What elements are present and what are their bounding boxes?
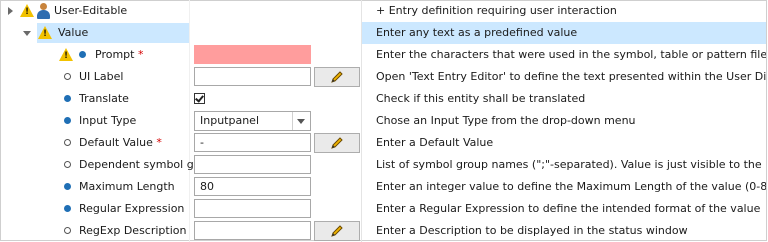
row-label: Translate: [79, 92, 129, 105]
row-description: Open 'Text Entry Editor' to define the t…: [376, 70, 766, 83]
property-dot-icon: [64, 183, 71, 190]
property-row-translate: Translate Check if this entity shall be …: [0, 88, 766, 110]
property-dot-icon: [64, 117, 71, 124]
property-row-dependent-symbol-groups: Dependent symbol gr List of symbol group…: [0, 154, 766, 176]
regexp-description-input[interactable]: [194, 221, 311, 240]
regular-expression-input[interactable]: [194, 199, 311, 218]
translate-checkbox[interactable]: [194, 93, 205, 104]
row-label: Value: [58, 26, 89, 39]
property-row-default-value: Default Value * - Enter a Default Value: [0, 132, 766, 154]
maximum-length-input[interactable]: 80: [194, 177, 311, 196]
ui-label-input[interactable]: [194, 67, 311, 86]
pencil-icon: [331, 225, 343, 237]
row-label: Input Type: [79, 114, 137, 127]
edit-regexp-description-button[interactable]: [314, 221, 360, 241]
input-type-dropdown[interactable]: Inputpanel: [194, 111, 311, 131]
property-ring-icon: [64, 73, 71, 80]
tree-row-value[interactable]: ! Value Enter any text as a predefined v…: [0, 22, 766, 44]
pencil-icon: [331, 137, 343, 149]
property-row-prompt: ! Prompt * Enter the characters that wer…: [0, 44, 766, 66]
property-ring-icon: [64, 139, 71, 146]
collapse-arrow-icon[interactable]: [23, 31, 31, 36]
row-label: UI Label: [79, 70, 124, 83]
property-row-ui-label: UI Label Open 'Text Entry Editor' to def…: [0, 66, 766, 88]
property-row-maximum-length: Maximum Length 80 Enter an integer value…: [0, 176, 766, 198]
required-marker: *: [137, 48, 144, 61]
property-row-input-type: Input Type Inputpanel Chose an Input Typ…: [0, 110, 766, 132]
property-dot-icon: [64, 95, 71, 102]
row-label: RegExp Description: [79, 224, 187, 237]
row-description: List of symbol group names (";"-separate…: [376, 158, 766, 171]
row-description: Check if this entity shall be translated: [376, 92, 586, 105]
checkmark-icon: [195, 93, 204, 103]
property-ring-icon: [64, 161, 71, 168]
edit-ui-label-button[interactable]: [314, 67, 360, 87]
property-ring-icon: [64, 227, 71, 234]
dropdown-value: Inputpanel: [200, 114, 260, 127]
user-icon: [36, 3, 50, 19]
row-label: Prompt: [95, 48, 135, 61]
tree-row-user-editable[interactable]: ! User-Editable + Entry definition requi…: [0, 0, 766, 22]
property-dot-icon: [64, 205, 71, 212]
row-label: Default Value: [79, 136, 153, 149]
row-description: Enter a Description to be displayed in t…: [376, 224, 688, 237]
row-description: Enter a Regular Expression to define the…: [376, 202, 761, 215]
row-description: Enter any text as a predefined value: [376, 26, 578, 39]
row-label: Dependent symbol gr: [79, 158, 194, 171]
prompt-input[interactable]: [194, 45, 311, 64]
row-label: Regular Expression: [79, 202, 185, 215]
row-label: User-Editable: [54, 4, 128, 17]
required-marker: *: [156, 136, 162, 149]
row-label: Maximum Length: [79, 180, 175, 193]
pencil-icon: [331, 71, 343, 83]
row-description: Enter an integer value to define the Max…: [376, 180, 766, 193]
expand-arrow-icon[interactable]: [8, 7, 13, 15]
row-description: Enter the characters that were used in t…: [376, 48, 766, 61]
default-value-input[interactable]: -: [194, 133, 311, 152]
property-row-regexp-description: RegExp Description Enter a Description t…: [0, 220, 766, 242]
row-description: + Entry definition requiring user intera…: [376, 4, 617, 17]
property-row-regular-expression: Regular Expression Enter a Regular Expre…: [0, 198, 766, 220]
edit-default-value-button[interactable]: [314, 133, 360, 153]
property-dot-icon: [79, 51, 86, 58]
dependent-symbol-groups-input[interactable]: [194, 155, 311, 174]
row-description: Chose an Input Type from the drop-down m…: [376, 114, 636, 127]
chevron-down-icon: [297, 119, 305, 124]
row-description: Enter a Default Value: [376, 136, 494, 149]
dropdown-button[interactable]: [292, 112, 310, 130]
